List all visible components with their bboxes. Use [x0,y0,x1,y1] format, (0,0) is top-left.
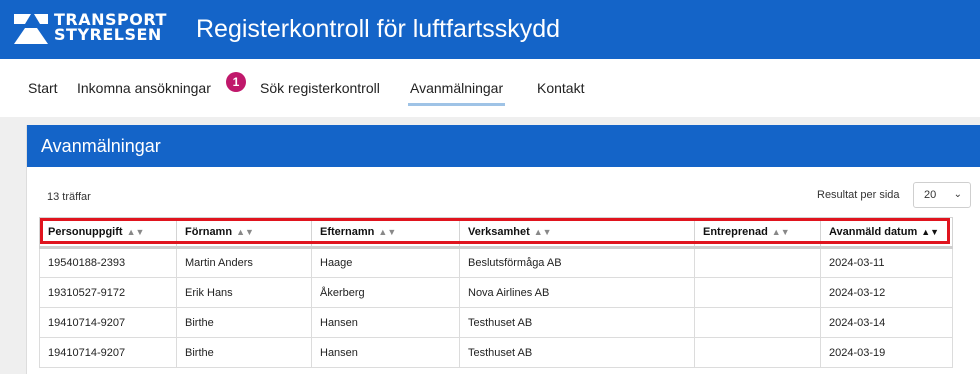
sort-icon: ▲▼ [771,227,790,237]
nav-inkomna-ansokningar[interactable]: Inkomna ansökningar [77,80,211,96]
sort-icon: ▲▼ [126,227,145,237]
notification-badge: 1 [226,72,246,92]
cell-efternamn: Haage [311,247,460,278]
logo-text: TRANSPORT STYRELSEN [54,12,167,44]
main-nav: Start Inkomna ansökningar 1 Sök register… [0,59,980,117]
logo-mark-icon [14,14,48,44]
col-fornamn[interactable]: Förnamn ▲▼ [176,217,312,249]
per-page-value: 20 [924,189,937,201]
cell-entreprenad [694,277,821,308]
cell-avanmald-datum: 2024-03-11 [820,247,953,278]
sort-icon: ▲▼ [378,227,397,237]
chevron-down-icon: ⌄ [953,189,962,200]
cell-fornamn: Birthe [176,337,312,368]
cell-avanmald-datum: 2024-03-12 [820,277,953,308]
cell-verksamhet: Testhuset AB [459,337,695,368]
sort-active-icon: ▲▼ [921,227,940,237]
transportstyrelsen-logo[interactable]: TRANSPORT STYRELSEN [14,12,166,46]
cell-entreprenad [694,337,821,368]
cell-entreprenad [694,307,821,338]
cell-efternamn: Åkerberg [311,277,460,308]
cell-efternamn: Hansen [311,337,460,368]
per-page-label: Resultat per sida [817,189,900,201]
cell-efternamn: Hansen [311,307,460,338]
table-header-row: Personuppgift ▲▼ Förnamn ▲▼ Efternamn ▲▼ Ve… [39,217,953,249]
col-avanmald-datum[interactable]: Avanmäld datum ▲▼ [820,217,953,249]
sort-icon: ▲▼ [236,227,254,237]
cell-verksamhet: Testhuset AB [459,307,695,338]
cell-personuppgift: 19410714-9207 [39,337,177,368]
table-row[interactable]: 19310527-9172 Erik Hans Åkerberg Nova Ai… [39,277,953,308]
cell-personuppgift: 19410714-9207 [39,307,177,338]
cell-verksamhet: Nova Airlines AB [459,277,695,308]
cell-entreprenad [694,247,821,278]
nav-start[interactable]: Start [28,80,58,96]
app-title: Registerkontroll för luftfartsskydd [196,15,561,43]
table-row[interactable]: 19410714-9207 Birthe Hansen Testhuset AB… [39,337,953,368]
cell-fornamn: Birthe [176,307,312,338]
nav-sok-registerkontroll[interactable]: Sök registerkontroll [260,80,380,96]
cell-personuppgift: 19310527-9172 [39,277,177,308]
cell-personuppgift: 19540188-2393 [39,247,177,278]
nav-kontakt[interactable]: Kontakt [537,80,584,96]
avanmalningar-panel: Avanmälningar 13 träffar Resultat per si… [26,125,980,374]
cell-verksamhet: Beslutsförmåga AB [459,247,695,278]
col-efternamn[interactable]: Efternamn ▲▼ [311,217,460,249]
panel-header: Avanmälningar [27,125,980,167]
logo-line-2: STYRELSEN [54,25,162,44]
table-row[interactable]: 19540188-2393 Martin Anders Haage Beslut… [39,247,953,278]
sort-icon: ▲▼ [533,227,552,237]
col-entreprenad[interactable]: Entreprenad ▲▼ [694,217,821,249]
panel-title: Avanmälningar [41,136,161,156]
cell-avanmald-datum: 2024-03-14 [820,307,953,338]
top-bar: TRANSPORT STYRELSEN Registerkontroll för… [0,0,980,59]
per-page-select[interactable]: 20 ⌄ [913,182,971,208]
cell-avanmald-datum: 2024-03-19 [820,337,953,368]
cell-fornamn: Erik Hans [176,277,312,308]
col-verksamhet[interactable]: Verksamhet ▲▼ [459,217,695,249]
nav-avanmalningar[interactable]: Avanmälningar [407,80,506,106]
cell-fornamn: Martin Anders [176,247,312,278]
content-area: Avanmälningar 13 träffar Resultat per si… [0,117,980,374]
avanmalningar-table: Personuppgift ▲▼ Förnamn ▲▼ Efternamn ▲▼ Ve… [39,217,953,368]
hit-count: 13 träffar [47,191,91,203]
col-personuppgift[interactable]: Personuppgift ▲▼ [39,217,177,249]
table-row[interactable]: 19410714-9207 Birthe Hansen Testhuset AB… [39,307,953,338]
